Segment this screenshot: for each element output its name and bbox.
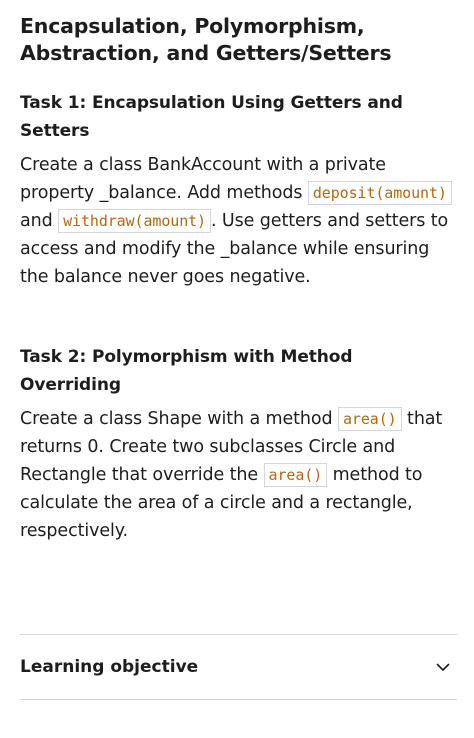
task-1-code-withdraw: withdraw(amount) <box>58 209 211 233</box>
task-1-title: Task 1: Encapsulation Using Getters and … <box>20 93 403 141</box>
task-1-description: Create a class BankAccount with a privat… <box>20 151 457 291</box>
page: Encapsulation, Polymorphism, Abstraction… <box>0 0 474 738</box>
task-2-code-area-2: area() <box>263 463 328 487</box>
learning-objective-accordion[interactable]: Learning objective <box>20 634 457 700</box>
chevron-down-icon[interactable] <box>435 659 451 675</box>
chevron-down-icon-svg <box>436 663 450 671</box>
task-2-text-1: Create a class Shape with a method <box>20 409 338 429</box>
task-2-code-area: area() <box>338 407 402 431</box>
task-1-code-deposit: deposit(amount) <box>307 181 452 205</box>
page-title: Encapsulation, Polymorphism, Abstraction… <box>20 14 392 65</box>
task-2-description: Create a class Shape with a method area(… <box>20 405 457 545</box>
accordion-label: Learning objective <box>20 657 199 677</box>
task-2-title: Task 2: Polymorphism with Method Overrid… <box>20 347 353 395</box>
task-1-text-2: and <box>20 211 59 231</box>
